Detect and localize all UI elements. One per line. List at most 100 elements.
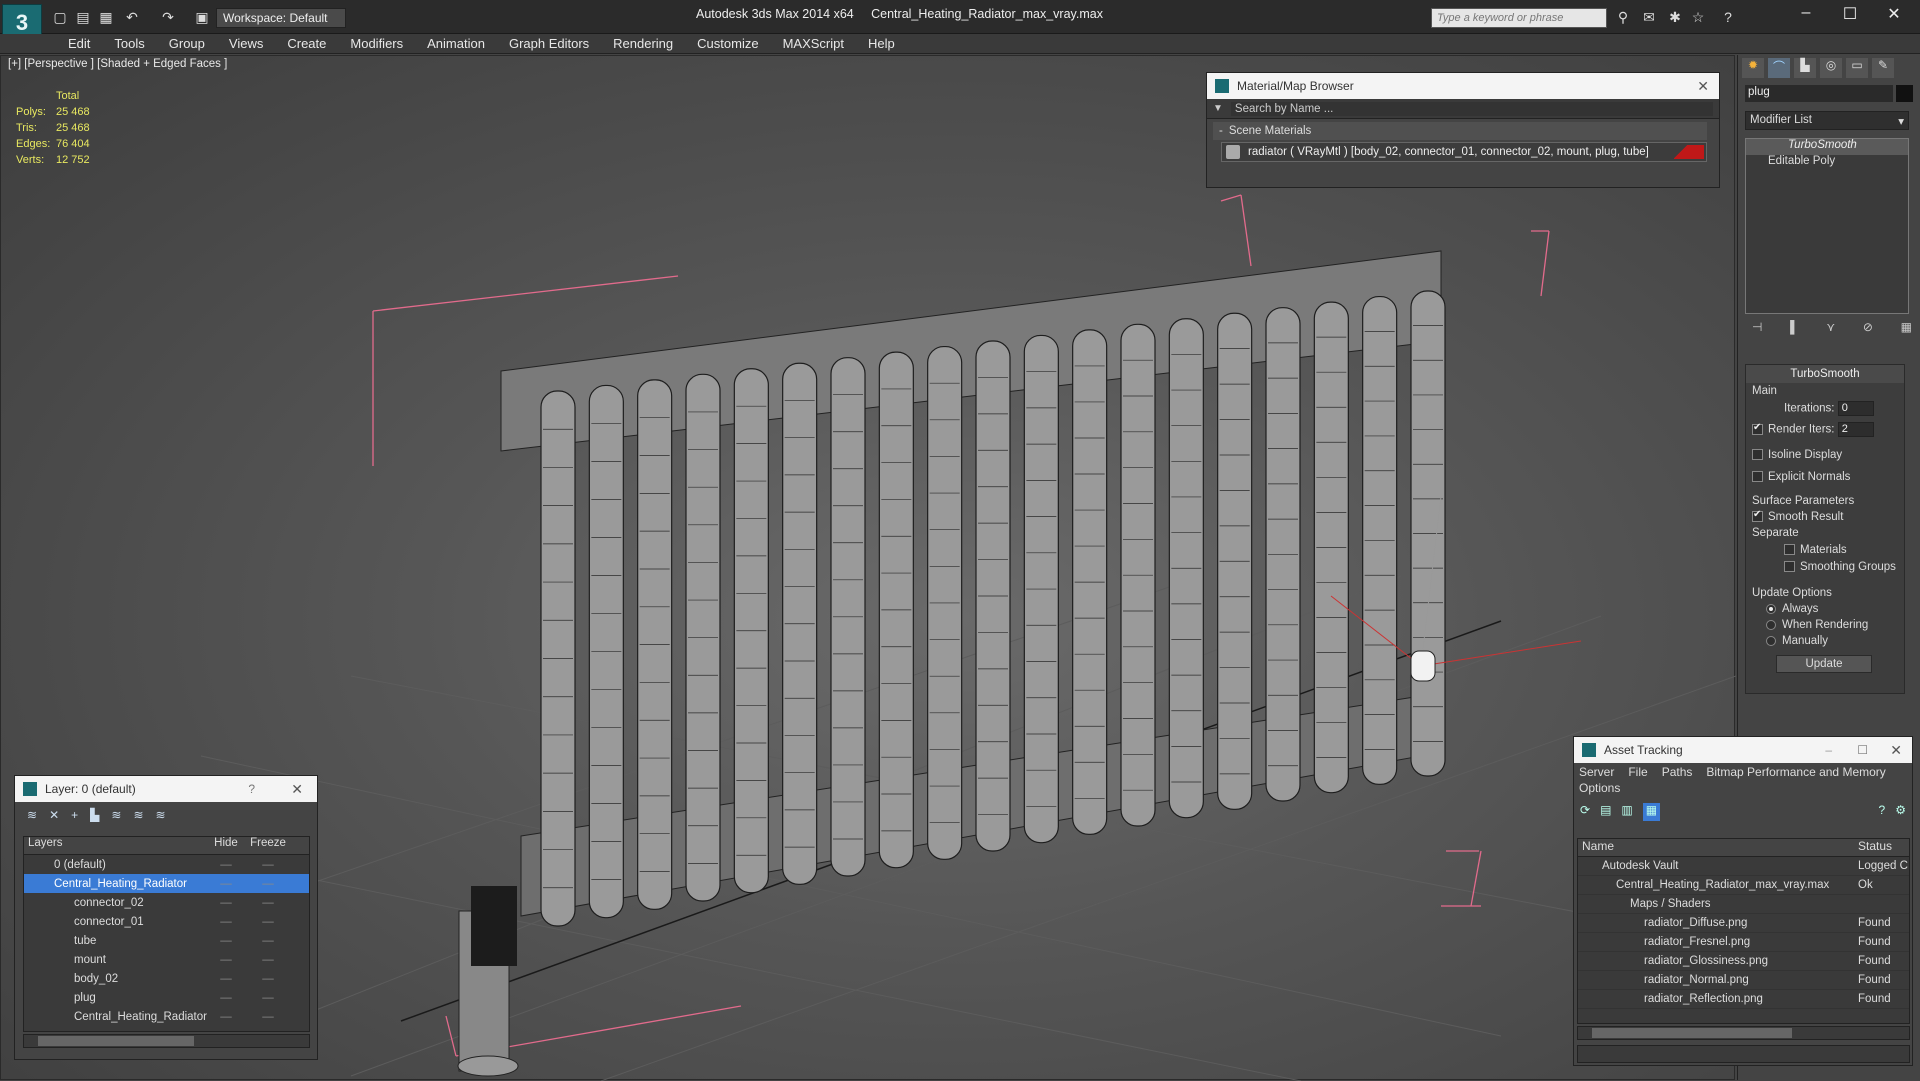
search-input[interactable]: Type a keyword or phrase [1431, 8, 1607, 28]
remove-modifier-icon[interactable]: ⊘ [1863, 320, 1873, 336]
manually-radio[interactable] [1766, 635, 1776, 646]
freeze-col-header[interactable]: Freeze [247, 837, 289, 854]
layer-row[interactable]: tube — — [24, 931, 309, 950]
menu-graph-editors[interactable]: Graph Editors [497, 36, 601, 51]
menu-group[interactable]: Group [157, 36, 217, 51]
asset-row[interactable]: Central_Heating_Radiator_max_vray.max Ok [1578, 876, 1909, 895]
layer-row[interactable]: body_02 — — [24, 969, 309, 988]
menu-modifiers[interactable]: Modifiers [338, 36, 415, 51]
layer-freeze-toggle[interactable]: — [247, 916, 289, 928]
scene-materials-header[interactable]: - Scene Materials [1213, 122, 1707, 140]
iterations-spinner[interactable]: 0 [1837, 401, 1874, 416]
layer-freeze-toggle[interactable]: — [247, 859, 289, 871]
create-tab-icon[interactable]: ✹ [1742, 58, 1764, 78]
explicit-normals-checkbox[interactable] [1752, 471, 1763, 483]
subscription-icon[interactable]: ✱ [1667, 9, 1683, 25]
update-button[interactable]: Update [1776, 655, 1872, 673]
minimize-icon[interactable]: – [1825, 743, 1832, 757]
minimize-icon[interactable]: – [1786, 4, 1826, 26]
open-file-icon[interactable]: ▤ [75, 9, 91, 25]
undo-icon[interactable]: ↶ [124, 9, 140, 25]
layer-hide-toggle[interactable]: — [205, 897, 247, 909]
help-icon[interactable]: ? [1720, 9, 1736, 25]
layer-hide-toggle[interactable]: — [205, 878, 247, 890]
rollout-title[interactable]: TurboSmooth [1746, 365, 1904, 383]
render-iters-spinner[interactable]: 2 [1837, 422, 1874, 437]
layer-hide-toggle[interactable]: — [205, 992, 247, 1004]
layer-hide-toggle[interactable]: — [205, 916, 247, 928]
asset-status-field[interactable] [1577, 1045, 1910, 1063]
asset-row[interactable]: radiator_Diffuse.png Found [1578, 914, 1909, 933]
layer-row[interactable]: connector_02 — — [24, 893, 309, 912]
material-search-input[interactable]: Search by Name ... [1230, 101, 1713, 116]
menu-create[interactable]: Create [275, 36, 338, 51]
layer-row[interactable]: connector_01 — — [24, 912, 309, 931]
materials-checkbox[interactable] [1784, 544, 1795, 556]
configure-sets-icon[interactable]: ▦ [1901, 320, 1912, 336]
asset-hscrollbar[interactable] [1577, 1026, 1910, 1040]
layer-hide-toggle[interactable]: — [205, 859, 247, 871]
binoculars-icon[interactable]: ⚲ [1615, 9, 1631, 25]
table-view-icon[interactable]: ▦ [1642, 803, 1661, 821]
layer-freeze-toggle[interactable]: — [247, 897, 289, 909]
menu-edit[interactable]: Edit [56, 36, 102, 51]
scrollbar-thumb[interactable] [1592, 1028, 1792, 1038]
layer-row[interactable]: 0 (default) — — [24, 855, 309, 874]
menu-help[interactable]: Help [856, 36, 907, 51]
hide-all-icon[interactable]: ≋ [133, 808, 143, 822]
delete-layer-icon[interactable]: ✕ [49, 808, 59, 822]
render-iters-checkbox[interactable] [1752, 422, 1763, 435]
communication-icon[interactable]: ✉ [1641, 9, 1657, 25]
layer-hide-toggle[interactable]: — [205, 973, 247, 985]
scrollbar-thumb[interactable] [38, 1036, 194, 1046]
save-file-icon[interactable]: ▦ [98, 9, 114, 25]
add-layer-icon[interactable]: + [71, 808, 78, 822]
asset-name-col[interactable]: Name [1578, 839, 1854, 856]
layer-hide-toggle[interactable]: — [205, 1011, 247, 1023]
object-name-field[interactable]: plug [1745, 85, 1893, 102]
asset-row[interactable]: Autodesk Vault Logged C [1578, 857, 1909, 876]
asset-row[interactable]: radiator_Glossiness.png Found [1578, 952, 1909, 971]
menu-tools[interactable]: Tools [102, 36, 156, 51]
isoline-checkbox[interactable] [1752, 449, 1763, 461]
layers-icon[interactable]: ≋ [27, 808, 37, 822]
select-layer-icon[interactable]: ▙ [90, 808, 99, 822]
show-end-result-icon[interactable]: ▌ [1790, 320, 1799, 336]
layer-hscrollbar[interactable] [23, 1034, 310, 1048]
close-icon[interactable]: ✕ [1697, 78, 1709, 95]
layer-row[interactable]: mount — — [24, 950, 309, 969]
menu-animation[interactable]: Animation [415, 36, 497, 51]
asset-status-col[interactable]: Status [1854, 839, 1892, 856]
menu-customize[interactable]: Customize [685, 36, 770, 51]
highlight-layer-icon[interactable]: ≋ [111, 808, 121, 822]
favorites-icon[interactable]: ☆ [1690, 9, 1706, 25]
project-folder-icon[interactable]: ▣ [194, 9, 210, 25]
hierarchy-tab-icon[interactable]: ▙ [1794, 58, 1816, 78]
make-unique-icon[interactable]: ⋎ [1826, 320, 1835, 336]
smooth-result-checkbox[interactable] [1752, 509, 1763, 523]
close-icon[interactable]: ✕ [1874, 4, 1914, 26]
layer-freeze-toggle[interactable]: — [247, 935, 289, 947]
filter-icon[interactable]: ▼ [1213, 103, 1223, 114]
settings-icon[interactable]: ⚙ [1895, 803, 1906, 821]
asset-row[interactable]: Maps / Shaders [1578, 895, 1909, 914]
maximize-icon[interactable]: ☐ [1857, 743, 1868, 757]
menu-views[interactable]: Views [217, 36, 275, 51]
layer-row[interactable]: plug — — [24, 988, 309, 1007]
asset-menu-paths[interactable]: Paths [1662, 765, 1693, 779]
utilities-tab-icon[interactable]: ✎ [1872, 58, 1894, 78]
menu-rendering[interactable]: Rendering [601, 36, 685, 51]
close-icon[interactable]: ✕ [1890, 742, 1902, 759]
layer-freeze-toggle[interactable]: — [247, 954, 289, 966]
help-icon[interactable]: ? [1879, 803, 1886, 821]
menu-maxscript[interactable]: MAXScript [771, 36, 856, 51]
layers-col-header[interactable]: Layers [24, 837, 205, 854]
layer-freeze-toggle[interactable]: — [247, 1011, 289, 1023]
layer-freeze-toggle[interactable]: — [247, 992, 289, 1004]
when-rendering-radio[interactable] [1766, 619, 1776, 630]
pin-stack-icon[interactable]: ⊣ [1752, 320, 1762, 336]
close-icon[interactable]: ✕ [291, 781, 303, 798]
viewport-label[interactable]: [+] [Perspective ] [Shaded + Edged Faces… [8, 58, 227, 70]
hide-col-header[interactable]: Hide [205, 837, 247, 854]
detail-view-icon[interactable]: ▥ [1621, 803, 1632, 821]
